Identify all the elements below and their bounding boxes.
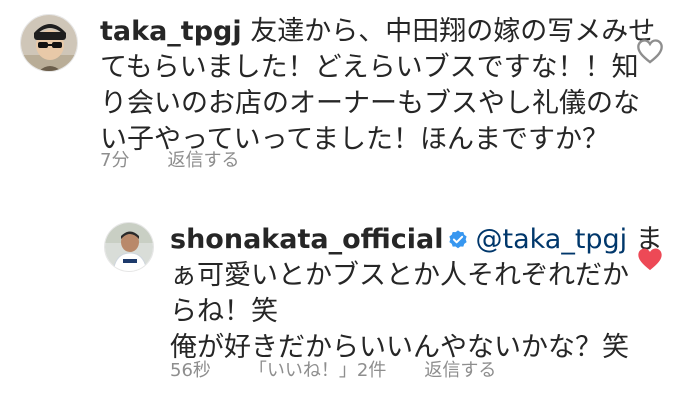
mention-link[interactable]: @taka_tpgj — [475, 224, 627, 255]
heart-filled-icon[interactable] — [636, 246, 664, 272]
reply-button[interactable]: 返信する — [424, 356, 496, 382]
comment-body: taka_tpgj 友達から、中田翔の嫁の写メみせ てもらいました！どえらいブス… — [100, 14, 655, 158]
avatar[interactable] — [104, 222, 154, 272]
comment-timestamp: 7分 — [100, 150, 130, 171]
comment-text-line: らね！笑 — [170, 296, 278, 327]
comment-meta: 56秒 「いいね！」2件 返信する — [170, 356, 534, 382]
comment-timestamp: 56秒 — [170, 360, 211, 381]
comment-username[interactable]: shonakata_official — [170, 224, 443, 255]
verified-badge-icon — [449, 230, 468, 249]
reply-button[interactable]: 返信する — [167, 146, 239, 172]
comment-text-line: ぁ可愛いとかブスとか人それぞれだか — [170, 260, 629, 291]
comment-body: shonakata_official @taka_tpgj ま ぁ可愛いとかブス… — [170, 222, 663, 366]
comment-meta: 7分 返信する — [100, 146, 277, 172]
avatar-image — [105, 223, 153, 271]
comment-text-line: 友達から、中田翔の嫁の写メみせ — [250, 16, 656, 47]
comment-text-line: り会いのお店のオーナーもブスやし礼儀のな — [100, 88, 640, 119]
likes-count[interactable]: 「いいね！」2件 — [249, 356, 386, 382]
avatar-image — [21, 15, 77, 71]
comment-username[interactable]: taka_tpgj — [100, 16, 242, 47]
comment-text-line: てもらいました！どえらいブスですな！！知 — [100, 52, 639, 83]
avatar[interactable] — [20, 14, 78, 72]
heart-outline-icon[interactable] — [636, 38, 664, 64]
